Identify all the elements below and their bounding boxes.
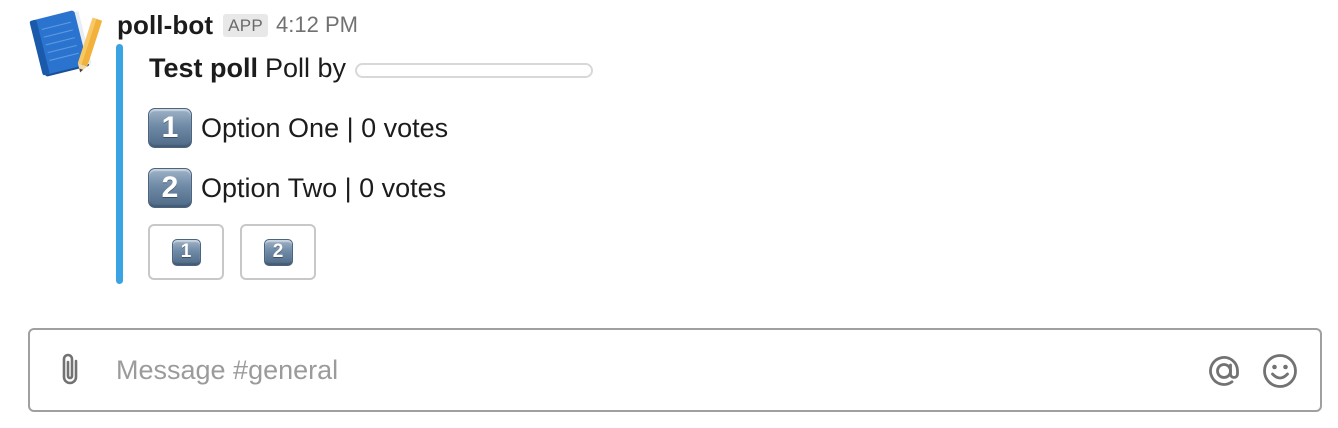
message-header: poll-bot APP 4:12 PM: [117, 8, 358, 42]
poll-by-label: Poll by: [265, 52, 347, 83]
poll-title-line: Test poll Poll by: [149, 50, 594, 86]
paperclip-icon[interactable]: [56, 352, 86, 388]
app-badge: APP: [223, 13, 269, 37]
vote-option-one-button[interactable]: 1: [148, 224, 224, 280]
attachment-color-bar: [116, 44, 123, 284]
vote-option-two-button[interactable]: 2: [240, 224, 316, 280]
keycap-two-icon: 2: [148, 168, 192, 208]
at-sign-icon[interactable]: [1204, 351, 1244, 391]
poll-option: 2 Option Two | 0 votes: [148, 168, 446, 208]
poll-option: 1 Option One | 0 votes: [148, 108, 448, 148]
keycap-one-icon: 1: [148, 108, 192, 148]
bot-name[interactable]: poll-bot: [117, 10, 213, 41]
poll-title: Test poll: [149, 52, 259, 83]
message-input[interactable]: [116, 348, 1196, 392]
keycap-one-icon: 1: [171, 238, 201, 266]
poll-author-mention[interactable]: [355, 62, 594, 78]
keycap-two-icon: 2: [263, 238, 293, 266]
timestamp[interactable]: 4:12 PM: [276, 12, 358, 38]
notebook-icon[interactable]: [28, 6, 104, 80]
slack-message-view: poll-bot APP 4:12 PM Test poll Poll by 1…: [0, 0, 1338, 428]
message-composer: [28, 328, 1322, 412]
option-label: Option One | 0 votes: [201, 112, 449, 143]
smiley-icon[interactable]: [1260, 351, 1300, 391]
option-label: Option Two | 0 votes: [201, 172, 447, 203]
